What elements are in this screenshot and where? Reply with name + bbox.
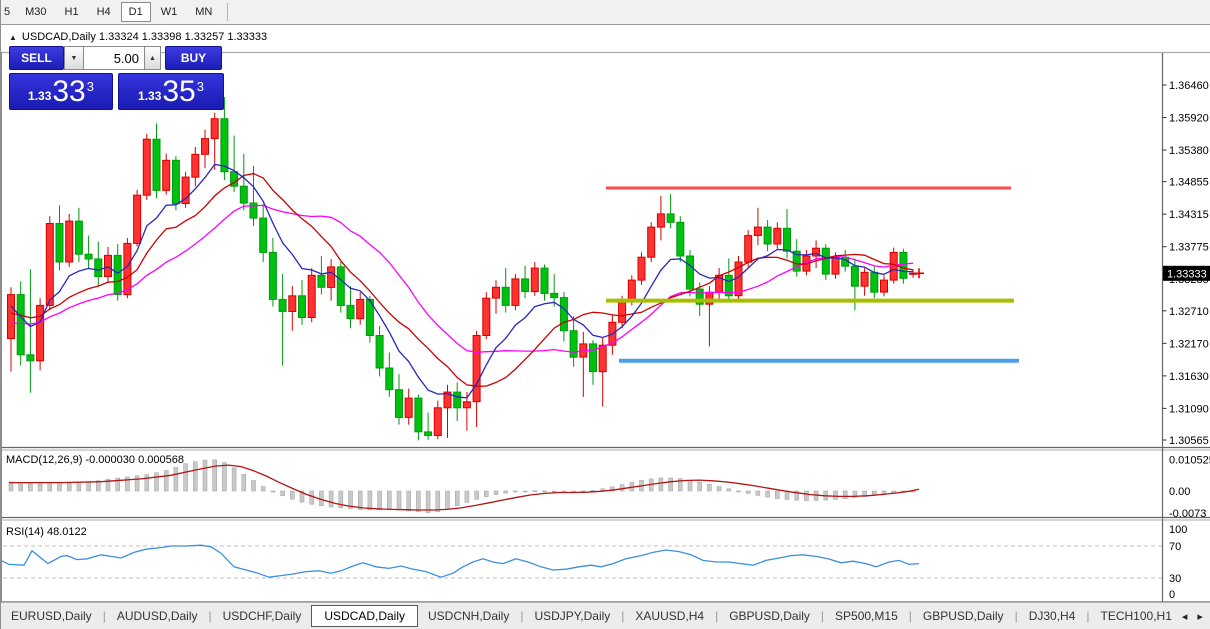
- timeframe-button-m30[interactable]: M30: [17, 2, 54, 22]
- chart-tab-gbpusd-daily[interactable]: GBPUSD,Daily: [913, 606, 1014, 626]
- timeframe-button-5[interactable]: 5: [2, 2, 15, 22]
- tab-separator: |: [520, 609, 523, 623]
- sell-price-tile[interactable]: 1.33 33 3: [9, 73, 113, 110]
- svg-text:0.010525: 0.010525: [1169, 454, 1210, 466]
- buy-button[interactable]: BUY: [165, 46, 222, 70]
- toolbar-separator: [227, 3, 228, 21]
- chart-tab-audusd-daily[interactable]: AUDUSD,Daily: [107, 606, 208, 626]
- buy-price-big: 35: [162, 78, 195, 106]
- svg-text:1.34315: 1.34315: [1169, 209, 1209, 221]
- svg-text:1.33333: 1.33333: [1167, 268, 1207, 280]
- rsi-label: RSI(14) 48.0122: [6, 526, 87, 538]
- svg-text:30: 30: [1169, 573, 1181, 585]
- tab-separator: |: [209, 609, 212, 623]
- timeframe-button-h4[interactable]: H4: [89, 2, 119, 22]
- tab-separator: |: [1086, 609, 1089, 623]
- sell-price-big: 33: [52, 78, 85, 106]
- timeframe-button-mn[interactable]: MN: [187, 2, 220, 22]
- timeframe-button-h1[interactable]: H1: [57, 2, 87, 22]
- chart-tab-xauusd-h4[interactable]: XAUUSD,H4: [625, 606, 714, 626]
- svg-text:1.35380: 1.35380: [1169, 145, 1209, 157]
- sell-button[interactable]: SELL: [9, 46, 64, 70]
- tab-separator: |: [909, 609, 912, 623]
- timeframe-toolbar: 5M30H1H4D1W1MN: [1, 0, 1210, 25]
- buy-price-tile[interactable]: 1.33 35 3: [118, 73, 224, 110]
- svg-text:1.32170: 1.32170: [1169, 338, 1209, 350]
- chart-header: ▲ USDCAD,Daily 1.33324 1.33398 1.33257 1…: [9, 31, 267, 43]
- svg-text:1.32710: 1.32710: [1169, 306, 1209, 318]
- chart-tab-sp500-m15[interactable]: SP500,M15: [825, 606, 908, 626]
- timeframe-button-w1[interactable]: W1: [153, 2, 186, 22]
- svg-text:100: 100: [1169, 524, 1187, 536]
- tab-scroll-right-icon[interactable]: ▸: [1197, 610, 1203, 623]
- svg-text:1.31090: 1.31090: [1169, 403, 1209, 415]
- bid-price-box: 1.33333: [1163, 266, 1210, 281]
- svg-text:70: 70: [1169, 541, 1181, 553]
- macd-label: MACD(12,26,9) -0.000030 0.000568: [6, 454, 184, 466]
- svg-text:1.36460: 1.36460: [1169, 80, 1209, 92]
- buy-price-prefix: 1.33: [138, 89, 161, 103]
- svg-text:1.35920: 1.35920: [1169, 113, 1209, 125]
- chart-tab-gbpusd-daily[interactable]: GBPUSD,Daily: [719, 606, 820, 626]
- chart-tab-usdchf-daily[interactable]: USDCHF,Daily: [213, 606, 312, 626]
- chart-tab-usdcad-daily[interactable]: USDCAD,Daily: [311, 605, 418, 627]
- volume-increase-button[interactable]: ▲: [145, 46, 161, 70]
- tab-separator: |: [621, 609, 624, 623]
- tab-separator: |: [715, 609, 718, 623]
- svg-text:0.00: 0.00: [1169, 486, 1190, 498]
- chart-tab-usdcnh-daily[interactable]: USDCNH,Daily: [418, 606, 519, 626]
- svg-text:-0.0073: -0.0073: [1169, 508, 1206, 520]
- buy-price-sup: 3: [197, 79, 204, 94]
- chart-tab-tech100-h1[interactable]: TECH100,H1: [1091, 606, 1182, 626]
- trading-platform-window: 5M30H1H4D1W1MN 1.36460 1.35920 1.35380 1.34…: [0, 0, 1210, 629]
- chart-area: 1.364601.359201.353801.348551.343151.337…: [1, 25, 1210, 602]
- chart-header-ohlc: USDCAD,Daily 1.33324 1.33398 1.33257 1.3…: [22, 31, 267, 43]
- chart-tabbar: EURUSD,Daily|AUDUSD,Daily|USDCHF,DailyUS…: [1, 602, 1210, 629]
- tab-separator: |: [1015, 609, 1018, 623]
- svg-text:1.34855: 1.34855: [1169, 177, 1209, 189]
- chart-tab-usdjpy-daily[interactable]: USDJPY,Daily: [524, 606, 620, 626]
- chart-tab-dj30-h4[interactable]: DJ30,H4: [1019, 606, 1086, 626]
- svg-text:0: 0: [1169, 589, 1175, 601]
- volume-decrease-button[interactable]: ▼: [64, 46, 84, 70]
- sell-price-sup: 3: [87, 79, 94, 94]
- volume-input[interactable]: [84, 46, 145, 70]
- chart-tab-eurusd-daily[interactable]: EURUSD,Daily: [1, 606, 102, 626]
- tab-separator: |: [821, 609, 824, 623]
- timeframe-button-d1[interactable]: D1: [121, 2, 151, 22]
- svg-text:1.31630: 1.31630: [1169, 371, 1209, 383]
- tab-scroll-left-icon[interactable]: ◂: [1182, 610, 1188, 623]
- tab-separator: |: [103, 609, 106, 623]
- sell-price-prefix: 1.33: [28, 89, 51, 103]
- one-click-trade-panel: SELL ▼ ▲ BUY 1.33 33 3 1.33 35 3: [9, 46, 225, 110]
- collapse-chart-icon[interactable]: ▲: [9, 33, 17, 42]
- price-chart[interactable]: 1.364601.359201.353801.348551.343151.337…: [1, 25, 1210, 602]
- svg-text:1.33775: 1.33775: [1169, 242, 1209, 254]
- svg-text:1.30565: 1.30565: [1169, 435, 1209, 447]
